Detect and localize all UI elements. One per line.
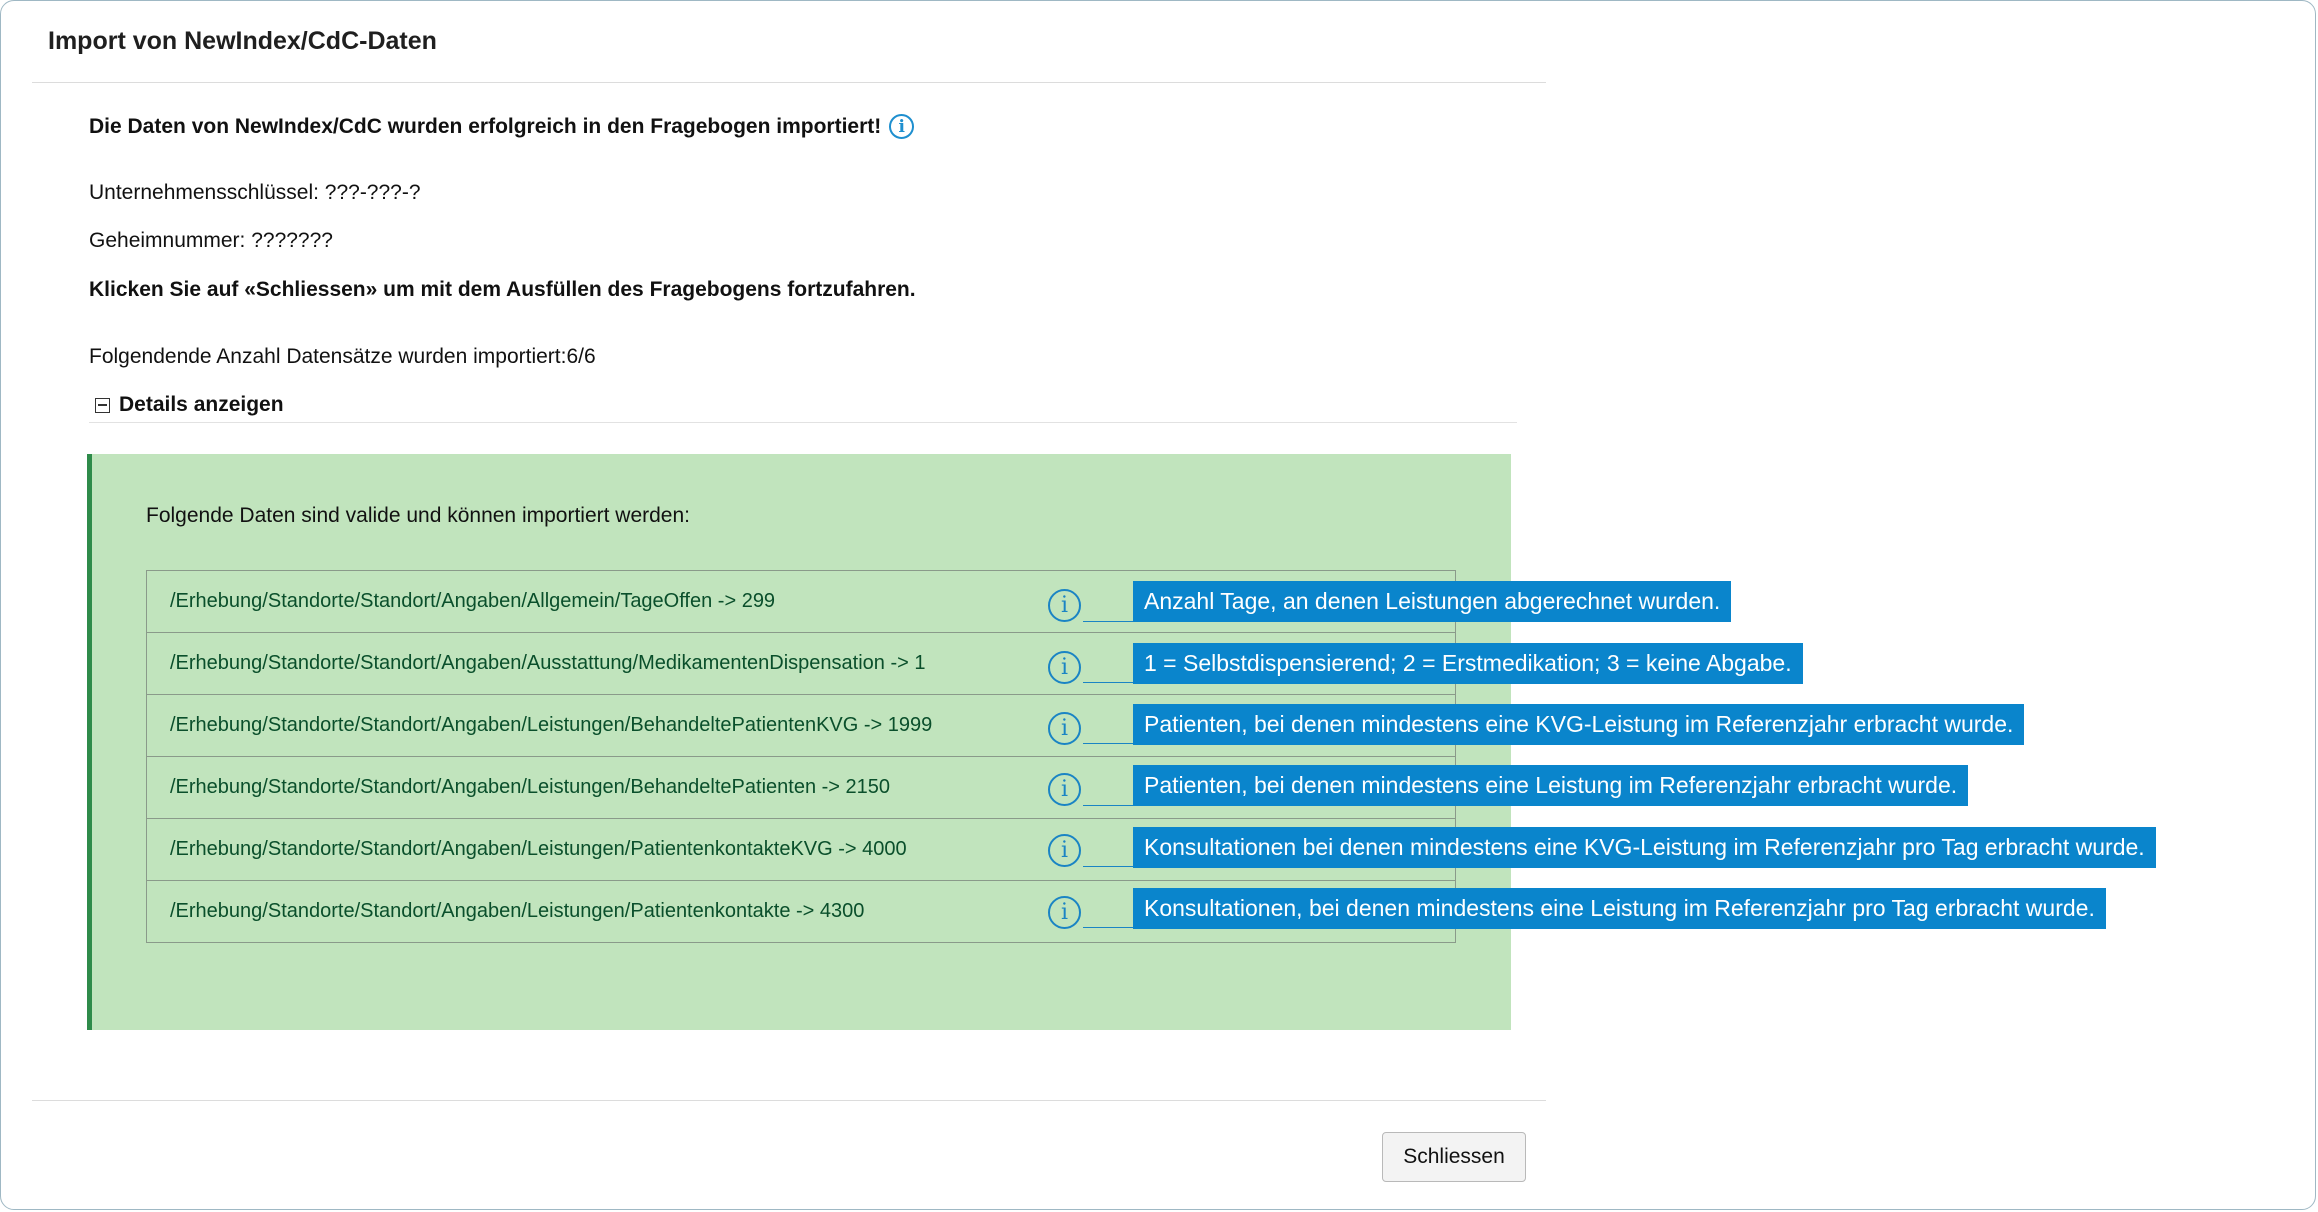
info-icon[interactable]: i bbox=[1048, 773, 1081, 806]
close-button[interactable]: Schliessen bbox=[1382, 1132, 1526, 1182]
info-icon[interactable]: i bbox=[1048, 834, 1081, 867]
info-icon[interactable]: i bbox=[1048, 896, 1081, 929]
tooltip-connector bbox=[1083, 682, 1135, 683]
tooltip: 1 = Selbstdispensierend; 2 = Erstmedikat… bbox=[1133, 643, 1803, 684]
collapse-icon[interactable] bbox=[95, 397, 110, 413]
tooltip-connector bbox=[1083, 743, 1135, 744]
info-icon[interactable]: i bbox=[1048, 651, 1081, 684]
info-icon[interactable]: i bbox=[1048, 712, 1081, 745]
valid-data-heading: Folgende Daten sind valide und können im… bbox=[146, 504, 691, 527]
tooltip: Anzahl Tage, an denen Leistungen abgerec… bbox=[1133, 581, 1732, 622]
dialog-title: Import von NewIndex/CdC-Daten bbox=[48, 27, 437, 55]
tooltip: Konsultationen bei denen mindestens eine… bbox=[1133, 827, 2156, 868]
success-message: Die Daten von NewIndex/CdC wurden erfolg… bbox=[89, 114, 915, 139]
tooltip-connector bbox=[1083, 866, 1135, 867]
dialog-window: Import von NewIndex/CdC-Daten Die Daten … bbox=[0, 0, 2316, 1210]
details-divider bbox=[89, 422, 1517, 423]
tooltip: Patienten, bei denen mindestens eine Lei… bbox=[1133, 765, 1969, 806]
footer-divider bbox=[32, 1100, 1546, 1101]
company-key: Unternehmensschlüssel: ???-???-? bbox=[89, 181, 421, 204]
tooltip: Konsultationen, bei denen mindestens ein… bbox=[1133, 888, 2106, 929]
secret-number: Geheimnummer: ??????? bbox=[89, 229, 333, 252]
tooltip-connector bbox=[1083, 927, 1135, 928]
tooltip-connector bbox=[1083, 621, 1135, 622]
record-count: Folgendende Anzahl Datensätze wurden imp… bbox=[89, 345, 596, 368]
success-message-text: Die Daten von NewIndex/CdC wurden erfolg… bbox=[89, 114, 882, 138]
tooltip: Patienten, bei denen mindestens eine KVG… bbox=[1133, 704, 2025, 745]
info-icon[interactable]: i bbox=[1048, 589, 1081, 622]
info-icon[interactable]: i bbox=[889, 114, 915, 139]
title-divider bbox=[32, 82, 1546, 83]
tooltip-connector bbox=[1083, 805, 1135, 806]
details-toggle-label: Details anzeigen bbox=[119, 393, 284, 416]
close-hint: Klicken Sie auf «Schliessen» um mit dem … bbox=[89, 278, 916, 301]
details-toggle[interactable]: Details anzeigen bbox=[95, 393, 284, 417]
